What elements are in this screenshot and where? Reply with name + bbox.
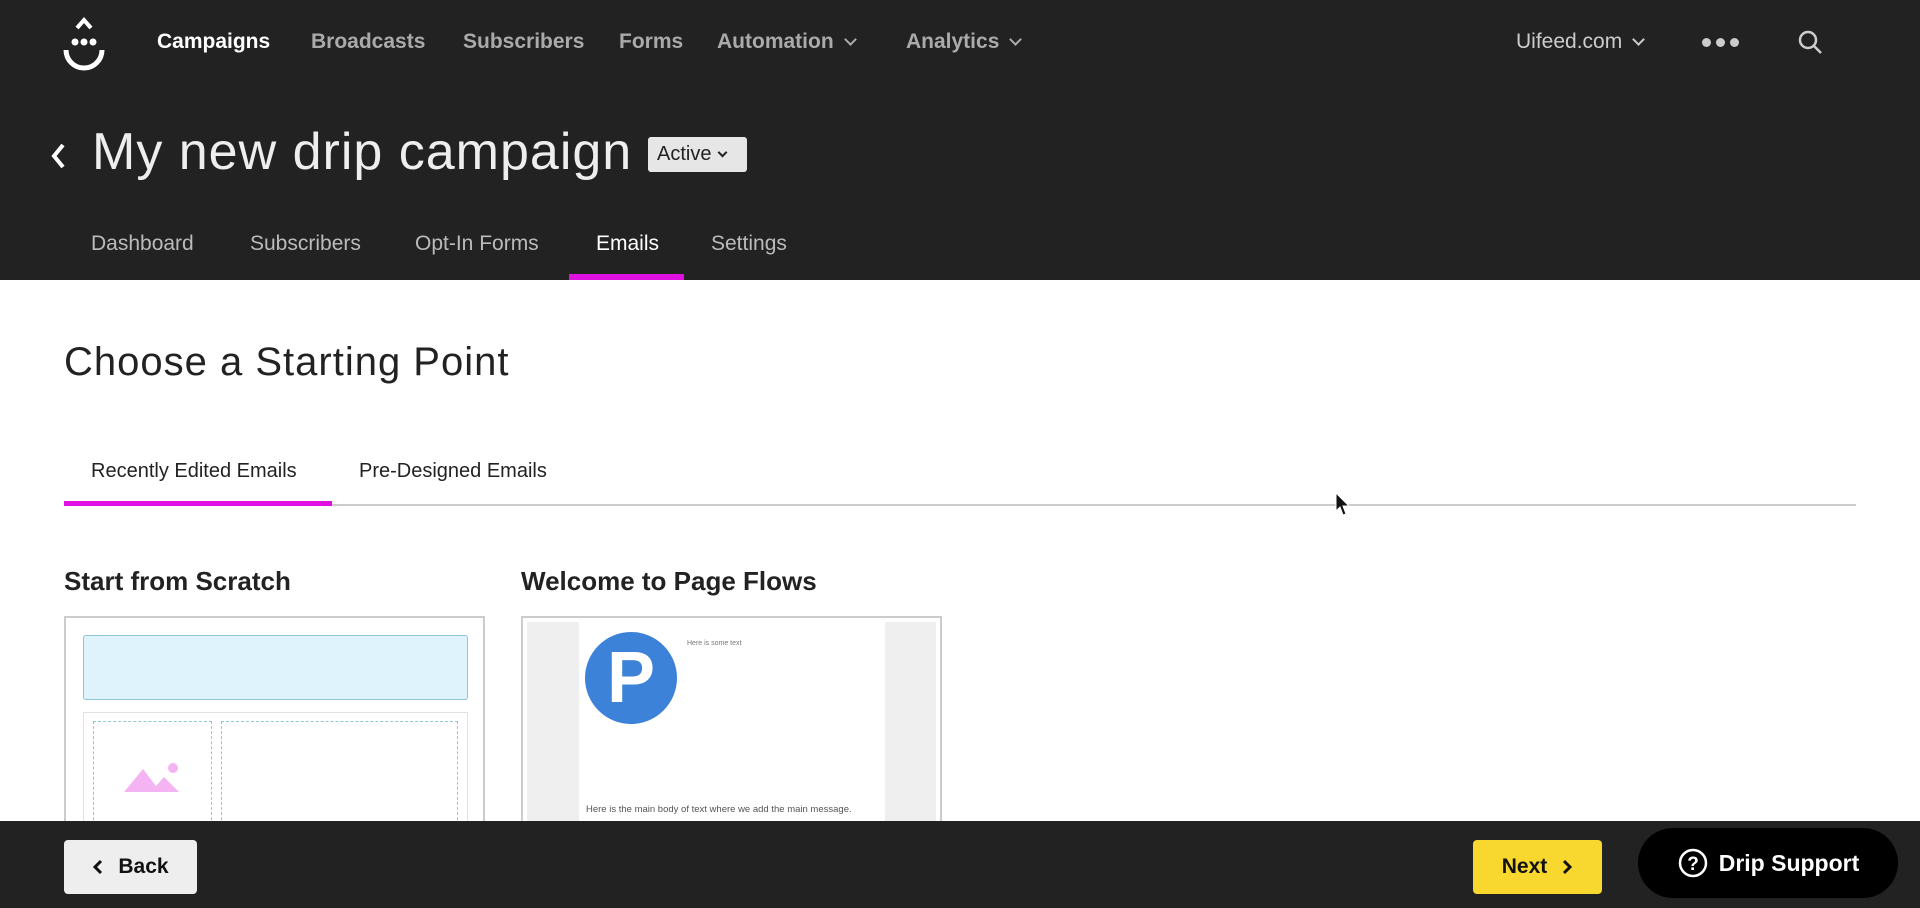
tab-opt-in-forms[interactable]: Opt-In Forms: [415, 232, 539, 256]
nav-automation[interactable]: Automation: [717, 30, 857, 54]
tab-subscribers[interactable]: Subscribers: [250, 232, 361, 256]
preview-image-slot: [93, 721, 212, 834]
template-card-scratch[interactable]: [64, 616, 485, 836]
status-dropdown[interactable]: Active: [648, 137, 747, 172]
svg-text:?: ?: [1687, 854, 1699, 875]
chevron-down-icon: [1009, 33, 1023, 46]
preview-body-text: Here is the main body of text where we a…: [586, 804, 852, 815]
back-chevron-icon[interactable]: [50, 142, 68, 170]
preview-text-slot: [221, 721, 458, 834]
chevron-right-icon: [1563, 859, 1573, 875]
back-label: Back: [118, 855, 169, 878]
nav-broadcasts[interactable]: Broadcasts: [311, 30, 425, 54]
preview-email-body: P Here is some text Here is the main bod…: [579, 622, 885, 832]
subtab-active-indicator: [64, 501, 332, 506]
next-button[interactable]: Next: [1473, 840, 1602, 894]
nav-analytics-label: Analytics: [906, 30, 1000, 53]
page-heading: Choose a Starting Point: [64, 340, 510, 384]
tab-pre-designed[interactable]: Pre-Designed Emails: [359, 460, 547, 483]
tab-dashboard[interactable]: Dashboard: [91, 232, 194, 256]
support-label: Drip Support: [1718, 849, 1860, 876]
help-circle-icon: ?: [1678, 848, 1707, 878]
template-card-welcome[interactable]: P Here is some text Here is the main bod…: [521, 616, 942, 836]
tab-recently-edited[interactable]: Recently Edited Emails: [91, 460, 297, 483]
mouse-cursor-icon: [1335, 492, 1351, 516]
nav-forms[interactable]: Forms: [619, 30, 683, 54]
drip-logo[interactable]: [62, 16, 106, 74]
nav-subscribers[interactable]: Subscribers: [463, 30, 584, 54]
preview-content-block: [83, 712, 468, 834]
account-name: Uifeed.com: [1516, 30, 1623, 53]
preview-header-block: [83, 635, 468, 700]
tabs-divider: [64, 504, 1856, 506]
chevron-down-icon: [1632, 33, 1646, 46]
page-flows-logo: P: [585, 632, 677, 724]
nav-automation-label: Automation: [717, 30, 834, 53]
chevron-down-icon: [718, 147, 728, 158]
template-title: Start from Scratch: [64, 566, 291, 596]
preview-small-text: Here is some text: [687, 640, 742, 647]
template-title: Welcome to Page Flows: [521, 566, 817, 596]
back-button[interactable]: Back: [64, 840, 197, 894]
chevron-left-icon: [93, 859, 103, 875]
account-menu[interactable]: Uifeed.com: [1516, 30, 1646, 54]
drip-support-button[interactable]: ? Drip Support: [1638, 828, 1898, 898]
next-label: Next: [1501, 855, 1548, 878]
more-dots-icon[interactable]: [1702, 38, 1739, 47]
footer-bar: [0, 821, 1920, 908]
image-placeholder-icon: [124, 763, 179, 792]
search-icon[interactable]: [1798, 30, 1824, 56]
tab-settings[interactable]: Settings: [711, 232, 787, 256]
status-label: Active: [657, 143, 712, 165]
nav-analytics[interactable]: Analytics: [906, 30, 1023, 54]
campaign-title: My new drip campaign: [92, 123, 633, 181]
chevron-down-icon: [843, 33, 857, 46]
tab-emails[interactable]: Emails: [596, 232, 659, 256]
nav-campaigns[interactable]: Campaigns: [157, 30, 270, 54]
tab-active-indicator: [569, 274, 684, 280]
